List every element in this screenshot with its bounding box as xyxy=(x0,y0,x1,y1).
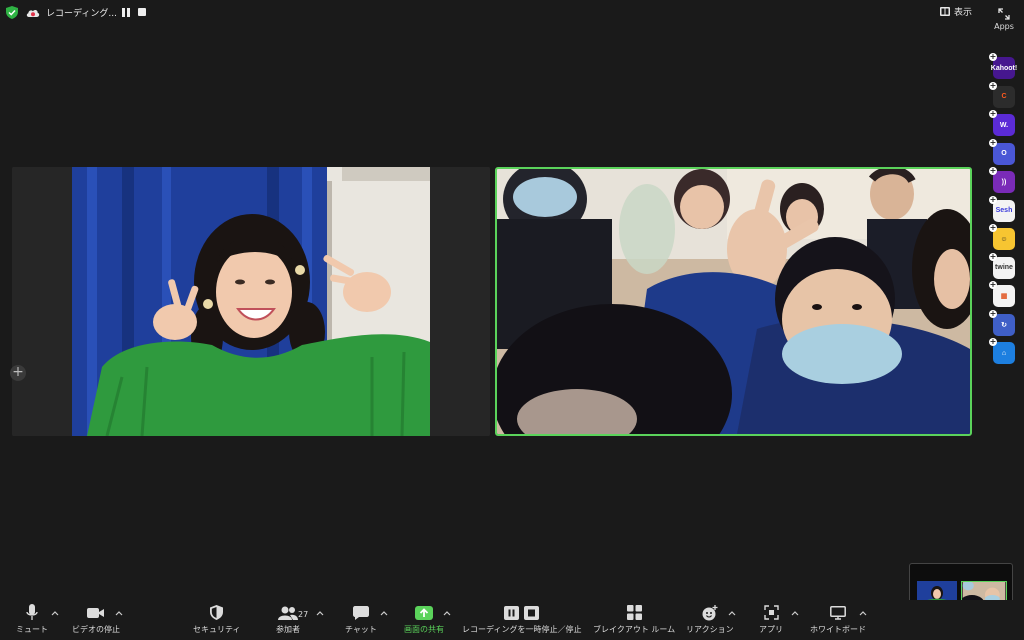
security-shield-icon xyxy=(210,605,224,620)
apps-button[interactable]: アプリ xyxy=(759,604,783,635)
app-icon-5[interactable]: + Sesh xyxy=(989,195,1015,222)
whiteboard-button[interactable]: ホワイトボード xyxy=(810,604,866,635)
apps-corner-icon xyxy=(763,605,779,620)
app-icon-8[interactable]: + ▦ xyxy=(989,281,1015,307)
pause-recording-icon[interactable] xyxy=(122,8,130,17)
classroom-video-feed xyxy=(497,169,970,434)
smiley-plus-icon xyxy=(702,604,718,620)
app-icon-label: ☺ xyxy=(1000,235,1008,243)
app-icon-0[interactable]: + Kahoot! xyxy=(989,53,1018,79)
apps-label: アプリ xyxy=(759,625,783,634)
audio-options-caret-icon[interactable] xyxy=(51,610,59,616)
apps-header-button[interactable]: Apps xyxy=(986,8,1022,31)
app-icon-2[interactable]: + W. xyxy=(989,110,1015,136)
whiteboard-icon xyxy=(830,605,846,620)
recording-control-button[interactable]: レコーディングを一時停止／停止 xyxy=(462,604,581,635)
video-tile-host[interactable] xyxy=(12,167,490,436)
participants-options-caret-icon[interactable] xyxy=(316,610,324,616)
security-button[interactable]: セキュリティ xyxy=(193,604,241,635)
shield-check-icon[interactable] xyxy=(6,6,18,19)
mute-label: ミュート xyxy=(16,625,48,634)
app-icon-9[interactable]: + ↻ xyxy=(989,309,1015,336)
app-icon-label: ↻ xyxy=(1001,321,1007,329)
view-button[interactable]: 表示 xyxy=(939,5,972,18)
share-options-caret-icon[interactable] xyxy=(443,610,451,616)
reactions-button[interactable]: リアクション xyxy=(686,604,734,635)
reactions-label: リアクション xyxy=(686,625,734,634)
chat-label: チャット xyxy=(345,625,377,634)
security-label: セキュリティ xyxy=(193,625,241,634)
breakout-rooms-button[interactable]: ブレイクアウト ルーム xyxy=(593,604,675,635)
expand-arrows-icon xyxy=(998,8,1010,20)
app-icon-label: Sesh xyxy=(995,207,1013,214)
apps-sidebar: Apps xyxy=(986,8,1022,31)
share-screen-label: 画面の共有 xyxy=(404,625,444,634)
participants-icon xyxy=(278,606,298,620)
app-icon-label: ⌂ xyxy=(1001,349,1007,357)
app-icon-label: ▦ xyxy=(1000,293,1008,300)
recording-label: レコーディング... xyxy=(46,9,117,19)
breakout-rooms-label: ブレイクアウト ルーム xyxy=(593,625,676,634)
recording-control-label: レコーディングを一時停止／停止 xyxy=(462,625,582,634)
reactions-options-caret-icon[interactable] xyxy=(728,610,736,616)
pause-stop-recording-icon xyxy=(503,605,539,620)
share-screen-button[interactable]: 画面の共有 xyxy=(404,604,444,635)
app-icon-10[interactable]: + ⌂ xyxy=(989,338,1015,364)
stop-video-button[interactable]: ビデオの停止 xyxy=(72,604,120,635)
share-screen-arrow-icon xyxy=(415,605,433,620)
chat-bubble-icon xyxy=(352,605,369,620)
app-icon-label: W. xyxy=(999,121,1009,129)
app-icon-6[interactable]: + ☺ xyxy=(989,224,1015,250)
chat-button[interactable]: チャット xyxy=(345,604,377,635)
app-icon-7[interactable]: + twine xyxy=(989,252,1015,279)
apps-header-label: Apps xyxy=(994,22,1014,31)
mute-button[interactable]: ミュート xyxy=(16,604,48,635)
whiteboard-label: ホワイトボード xyxy=(810,625,866,634)
view-label: 表示 xyxy=(953,8,972,18)
video-options-caret-icon[interactable] xyxy=(115,610,123,616)
apps-options-caret-icon[interactable] xyxy=(791,610,799,616)
app-icon-label: O xyxy=(1001,150,1007,157)
app-icon-label: Kahoot! xyxy=(990,64,1018,72)
app-icon-label: C xyxy=(1001,93,1007,100)
app-icon-label: twine xyxy=(995,264,1013,271)
meeting-toolbar: ミュート ビデオの停止 セキュリティ 参加者 27 チャット 画面の共有 レコー… xyxy=(0,600,1024,640)
whiteboard-options-caret-icon[interactable] xyxy=(859,610,867,616)
app-icon-1[interactable]: + C xyxy=(989,81,1015,108)
cloud-recording-icon xyxy=(26,9,40,17)
stop-recording-icon[interactable] xyxy=(138,8,146,16)
participants-button[interactable]: 参加者 xyxy=(276,604,300,635)
app-icon-4[interactable]: +)) xyxy=(989,167,1015,193)
host-video-feed xyxy=(12,167,490,436)
meeting-top-bar: レコーディング... 表示 xyxy=(0,0,1024,26)
recording-indicator[interactable]: レコーディング... xyxy=(26,4,117,21)
video-tile-classroom[interactable] xyxy=(495,167,972,436)
grid-view-icon xyxy=(939,7,950,16)
breakout-grid-icon xyxy=(626,605,642,620)
chat-options-caret-icon[interactable] xyxy=(380,610,388,616)
video-camera-icon xyxy=(87,607,104,618)
participants-label: 参加者 xyxy=(276,625,300,634)
participants-count: 27 xyxy=(298,610,309,619)
app-icon-3[interactable]: + O xyxy=(989,138,1015,165)
microphone-icon xyxy=(26,604,38,620)
app-icon-label: )) xyxy=(1001,178,1007,186)
stop-video-label: ビデオの停止 xyxy=(72,625,120,634)
add-app-button[interactable]: + xyxy=(10,365,26,381)
